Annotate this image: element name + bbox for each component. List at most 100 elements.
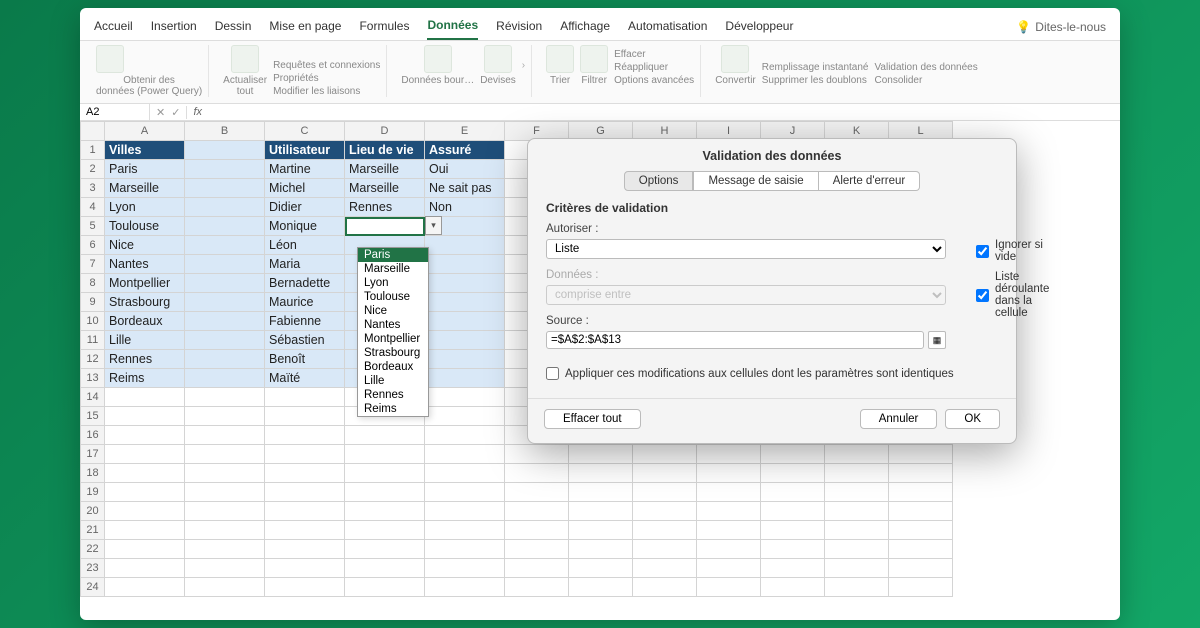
- cell-C5[interactable]: Monique: [265, 217, 345, 236]
- cell-E11[interactable]: [425, 331, 505, 350]
- cell-I17[interactable]: [697, 445, 761, 464]
- ribbon-tab-dessin[interactable]: Dessin: [215, 15, 252, 39]
- cell-D21[interactable]: [345, 521, 425, 540]
- cell-H18[interactable]: [633, 464, 697, 483]
- cell-J18[interactable]: [761, 464, 825, 483]
- cell-G24[interactable]: [569, 578, 633, 597]
- cancel-icon[interactable]: ✕: [156, 106, 165, 119]
- ok-button[interactable]: OK: [945, 409, 1000, 429]
- row-header-6[interactable]: 6: [81, 236, 105, 255]
- row-header-9[interactable]: 9: [81, 293, 105, 312]
- cell-H24[interactable]: [633, 578, 697, 597]
- get-data-icon[interactable]: [96, 45, 124, 73]
- dropdown-item[interactable]: Montpellier: [358, 332, 428, 346]
- dialog-tab[interactable]: Message de saisie: [693, 171, 818, 191]
- cell-H21[interactable]: [633, 521, 697, 540]
- cell-C10[interactable]: Fabienne: [265, 312, 345, 331]
- ribbon-cmd[interactable]: Options avancées: [614, 75, 694, 86]
- cell-J23[interactable]: [761, 559, 825, 578]
- ribbon-cmd[interactable]: Supprimer les doublons: [762, 75, 869, 86]
- source-range-button[interactable]: ▦: [928, 331, 946, 349]
- ribbon-tab-développeur[interactable]: Développeur: [725, 15, 793, 39]
- cell-B21[interactable]: [185, 521, 265, 540]
- cell-K20[interactable]: [825, 502, 889, 521]
- ribbon-cmd[interactable]: Modifier les liaisons: [273, 86, 380, 97]
- cell-E2[interactable]: Oui: [425, 160, 505, 179]
- cell-B7[interactable]: [185, 255, 265, 274]
- cell-B1[interactable]: [185, 141, 265, 160]
- cell-F22[interactable]: [505, 540, 569, 559]
- cell-G18[interactable]: [569, 464, 633, 483]
- cell-E3[interactable]: Ne sait pas: [425, 179, 505, 198]
- refresh-icon[interactable]: [231, 45, 259, 73]
- cell-E13[interactable]: [425, 369, 505, 388]
- row-header-3[interactable]: 3: [81, 179, 105, 198]
- ribbon-tab-mise en page[interactable]: Mise en page: [269, 15, 341, 39]
- cell-C17[interactable]: [265, 445, 345, 464]
- cell-E19[interactable]: [425, 483, 505, 502]
- row-header-11[interactable]: 11: [81, 331, 105, 350]
- cell-F21[interactable]: [505, 521, 569, 540]
- cell-F19[interactable]: [505, 483, 569, 502]
- ribbon-cmd[interactable]: Propriétés: [273, 73, 380, 84]
- cell-E15[interactable]: [425, 407, 505, 426]
- cell-A13[interactable]: Reims: [105, 369, 185, 388]
- cell-K17[interactable]: [825, 445, 889, 464]
- row-header-12[interactable]: 12: [81, 350, 105, 369]
- cell-D3[interactable]: Marseille: [345, 179, 425, 198]
- cell-D2[interactable]: Marseille: [345, 160, 425, 179]
- cell-B13[interactable]: [185, 369, 265, 388]
- cell-K23[interactable]: [825, 559, 889, 578]
- cell-C8[interactable]: Bernadette: [265, 274, 345, 293]
- cell-C15[interactable]: [265, 407, 345, 426]
- cell-E18[interactable]: [425, 464, 505, 483]
- row-header-16[interactable]: 16: [81, 426, 105, 445]
- cell-K21[interactable]: [825, 521, 889, 540]
- cell-F18[interactable]: [505, 464, 569, 483]
- cell-A8[interactable]: Montpellier: [105, 274, 185, 293]
- row-header-5[interactable]: 5: [81, 217, 105, 236]
- cell-B23[interactable]: [185, 559, 265, 578]
- cell-E21[interactable]: [425, 521, 505, 540]
- cell-A2[interactable]: Paris: [105, 160, 185, 179]
- clear-all-button[interactable]: Effacer tout: [544, 409, 641, 429]
- row-header-8[interactable]: 8: [81, 274, 105, 293]
- cell-A18[interactable]: [105, 464, 185, 483]
- cell-C3[interactable]: Michel: [265, 179, 345, 198]
- cell-I22[interactable]: [697, 540, 761, 559]
- ribbon-tab-automatisation[interactable]: Automatisation: [628, 15, 707, 39]
- apply-all-checkbox[interactable]: [546, 367, 559, 380]
- cell-D1[interactable]: Lieu de vie: [345, 141, 425, 160]
- cell-A19[interactable]: [105, 483, 185, 502]
- cell-L23[interactable]: [889, 559, 953, 578]
- col-header-B[interactable]: B: [185, 122, 265, 141]
- cell-B24[interactable]: [185, 578, 265, 597]
- ribbon-cmd[interactable]: Validation des données: [875, 62, 978, 73]
- cell-B5[interactable]: [185, 217, 265, 236]
- cell-B12[interactable]: [185, 350, 265, 369]
- row-header-24[interactable]: 24: [81, 578, 105, 597]
- cell-C19[interactable]: [265, 483, 345, 502]
- cell-D16[interactable]: [345, 426, 425, 445]
- cell-C24[interactable]: [265, 578, 345, 597]
- tell-me[interactable]: 💡Dites-le-nous: [1016, 20, 1106, 34]
- cell-A3[interactable]: Marseille: [105, 179, 185, 198]
- dropdown-button[interactable]: ▾: [425, 216, 442, 235]
- row-header-2[interactable]: 2: [81, 160, 105, 179]
- cell-A17[interactable]: [105, 445, 185, 464]
- ribbon-tab-accueil[interactable]: Accueil: [94, 15, 133, 39]
- cell-A23[interactable]: [105, 559, 185, 578]
- cell-A6[interactable]: Nice: [105, 236, 185, 255]
- cell-B16[interactable]: [185, 426, 265, 445]
- ribbon-cmd[interactable]: Effacer: [614, 49, 694, 60]
- cell-D18[interactable]: [345, 464, 425, 483]
- cell-D23[interactable]: [345, 559, 425, 578]
- row-header-15[interactable]: 15: [81, 407, 105, 426]
- cell-C6[interactable]: Léon: [265, 236, 345, 255]
- dropdown-item[interactable]: Rennes: [358, 388, 428, 402]
- cell-D20[interactable]: [345, 502, 425, 521]
- cell-B9[interactable]: [185, 293, 265, 312]
- cell-L22[interactable]: [889, 540, 953, 559]
- cell-C22[interactable]: [265, 540, 345, 559]
- cancel-button[interactable]: Annuler: [860, 409, 938, 429]
